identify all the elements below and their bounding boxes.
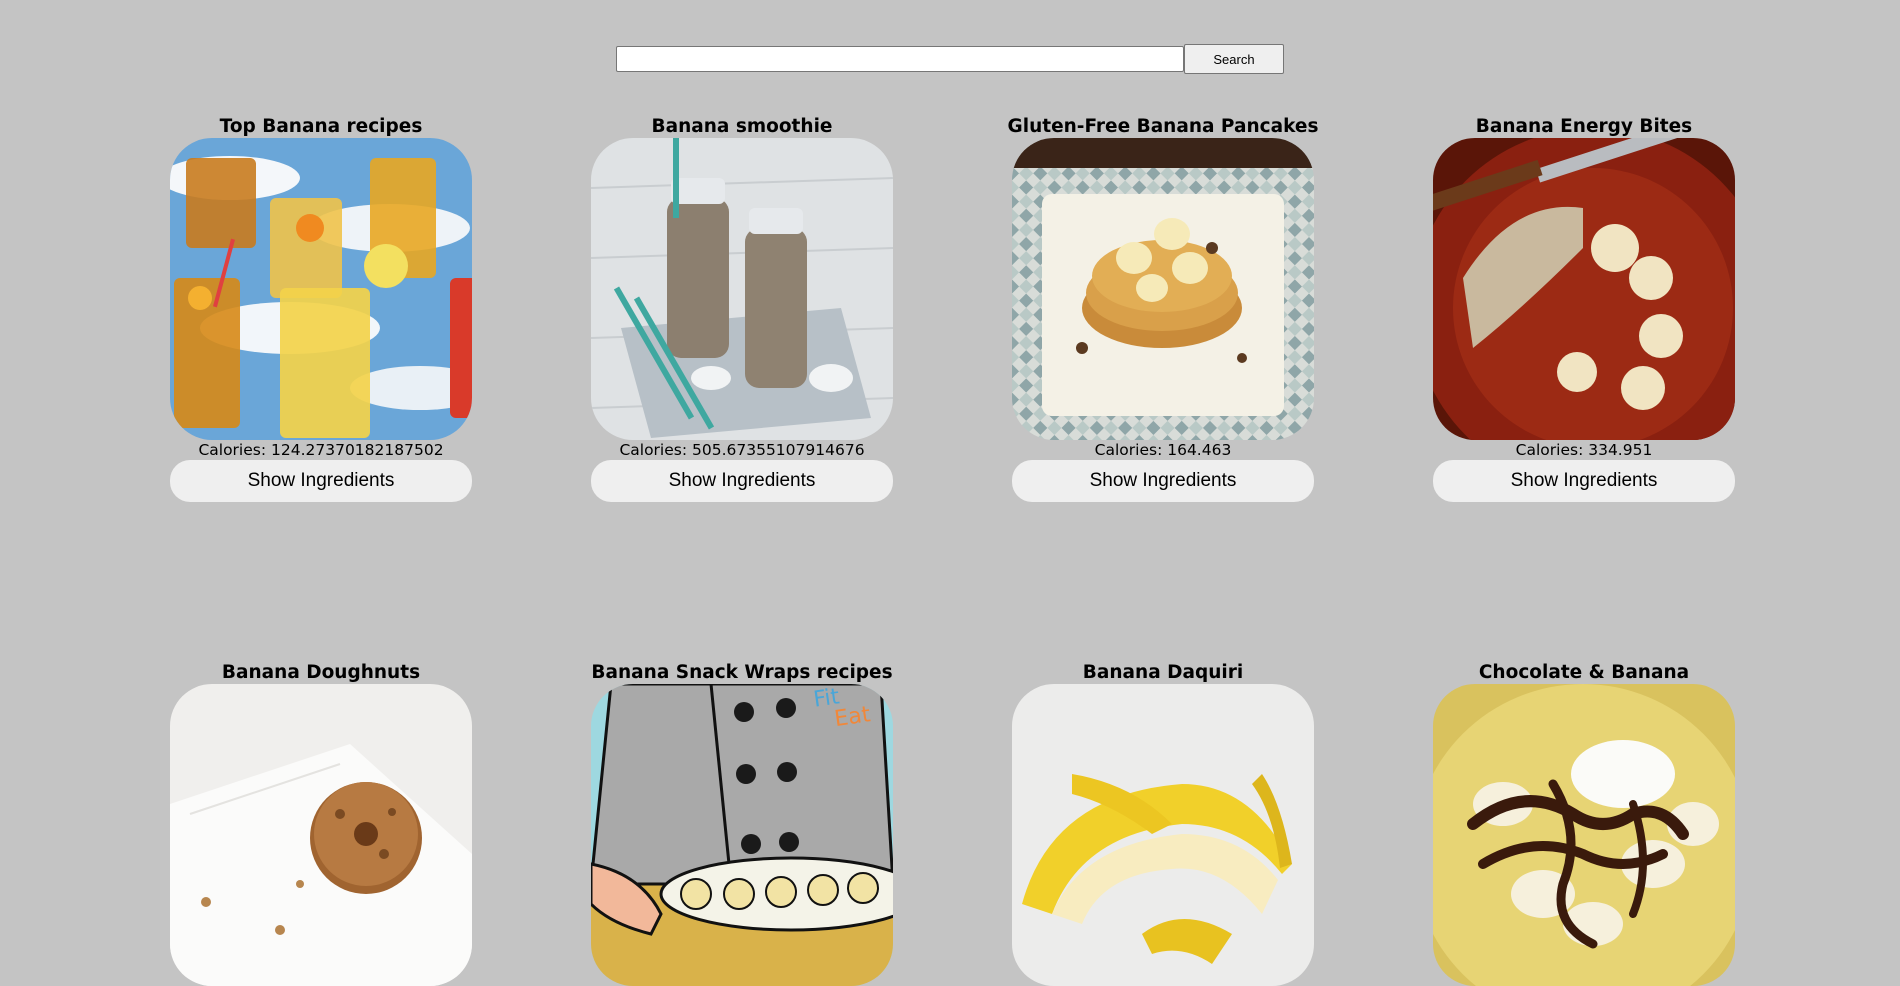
recipe-card: Banana Snack Wraps recipes Fit Eat — [591, 662, 893, 986]
recipe-card: Chocolate & Banana — [1433, 662, 1735, 986]
recipe-title: Banana smoothie — [651, 116, 833, 137]
recipe-image-iced-drinks — [170, 138, 472, 440]
recipe-image-chocolate-banana — [1433, 684, 1735, 986]
recipe-title: Gluten-Free Banana Pancakes — [1007, 116, 1319, 137]
recipe-card: Gluten-Free Banana Pancakes Calories: 16… — [1008, 116, 1318, 502]
recipe-card: Banana Doughnuts — [170, 662, 472, 986]
recipe-title: Banana Energy Bites — [1475, 116, 1693, 137]
recipe-calories: Calories: 124.27370182187502 — [198, 441, 444, 459]
show-ingredients-button[interactable]: Show Ingredients — [1433, 460, 1735, 502]
search-bar: Search — [616, 44, 1284, 74]
show-ingredients-button[interactable]: Show Ingredients — [170, 460, 472, 502]
recipe-calories: Calories: 164.463 — [1094, 441, 1232, 459]
recipe-calories: Calories: 505.67355107914676 — [619, 441, 865, 459]
fit-eat-logo: Fit Eat — [812, 684, 872, 734]
recipe-image-smoothie — [591, 138, 893, 440]
recipe-image-pancakes — [1012, 138, 1314, 440]
search-button[interactable]: Search — [1184, 44, 1284, 74]
search-input[interactable] — [616, 46, 1184, 72]
recipe-card: Banana Daquiri — [1012, 662, 1314, 986]
recipe-title: Banana Daquiri — [1082, 662, 1244, 683]
recipe-title: Chocolate & Banana — [1478, 662, 1690, 683]
recipe-title: Top Banana recipes — [219, 116, 423, 137]
recipe-image-banana — [1012, 684, 1314, 986]
recipe-card: Banana Energy Bites Calories: 334.951 Sh… — [1433, 116, 1735, 502]
show-ingredients-button[interactable]: Show Ingredients — [1012, 460, 1314, 502]
show-ingredients-button[interactable]: Show Ingredients — [591, 460, 893, 502]
recipe-title: Banana Snack Wraps recipes — [591, 662, 893, 683]
recipe-image-snack-wraps: Fit Eat — [591, 684, 893, 986]
recipe-image-doughnut — [170, 684, 472, 986]
recipe-calories: Calories: 334.951 — [1515, 441, 1653, 459]
recipe-image-energy-bites — [1433, 138, 1735, 440]
recipe-title: Banana Doughnuts — [221, 662, 421, 683]
logo-text-eat: Eat — [832, 702, 872, 733]
recipe-card: Top Banana recipes Calories: 124.2737018… — [170, 116, 472, 502]
recipe-card: Banana smoothie Calories: 505.6735510791… — [591, 116, 893, 502]
